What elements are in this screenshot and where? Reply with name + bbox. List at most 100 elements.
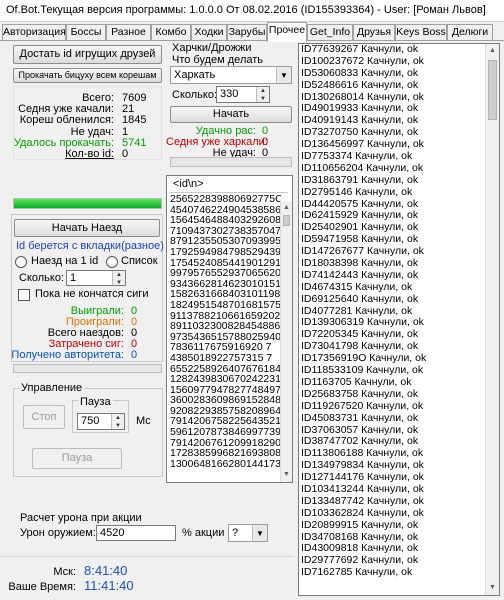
percent-select[interactable]: ? ▼ — [228, 524, 268, 542]
raid-one-id-radio[interactable] — [15, 256, 27, 268]
start-raid-button[interactable]: Начать Наезд — [14, 219, 160, 237]
tab-deals[interactable]: Делюги — [447, 24, 493, 41]
local-time-label: Ваше Время: — [8, 581, 76, 593]
log-line: ID45083731 Качнули, ok — [301, 411, 419, 424]
tab-combo[interactable]: Комбо — [151, 24, 191, 41]
log-line: ID69125640 Качнули, ok — [301, 292, 419, 305]
log-line: ID103362824 Качнули, ok — [301, 506, 424, 519]
id-list-item: 256522839880692775O — [170, 194, 281, 205]
log-line: ID100237672 Качнули, ok — [301, 54, 424, 67]
raid-authority-value: 0 — [131, 349, 138, 361]
id-list-item: 1300648166280144173 1 — [170, 457, 281, 470]
drinks-count-input[interactable]: 330 ▲ ▼ — [216, 86, 270, 103]
drinks-progress-bar — [170, 157, 292, 167]
pause-spinner[interactable]: ▲ ▼ — [111, 414, 124, 429]
raid-list-radio[interactable] — [106, 256, 118, 268]
log-line: ID133487742 Качнули, ok — [301, 494, 424, 507]
raid-count-value: 1 — [70, 272, 77, 284]
log-scrollbar[interactable]: ▲ ▼ — [485, 44, 499, 595]
raid-progress-bar — [13, 364, 162, 373]
pause-value: 750 — [81, 415, 100, 427]
log-line: ID7162785 Качнули, ok — [301, 566, 413, 579]
log-line: ID2795146 Качнули, ok — [301, 185, 413, 198]
id-list-scrollbar[interactable]: ▲ ▼ — [280, 201, 292, 482]
weapon-damage-label: Урон оружием: — [20, 527, 96, 539]
tab-other[interactable]: Прочее — [267, 22, 307, 42]
tab-fights[interactable]: Зарубы — [227, 24, 267, 41]
log-line: ID119267520 Качнули, ok — [301, 399, 424, 412]
friends-id-count-value: 0 — [122, 148, 129, 160]
log-scroll-thumb[interactable] — [488, 60, 497, 120]
drinks-what-label: Что будем делать — [172, 54, 264, 66]
log-line: ID4674315 Качнули, ok — [301, 280, 413, 293]
window-title: Of.Bot.Текущая версия программы: 1.0.0.0… — [0, 0, 504, 22]
log-line: ID110656204 Качнули, ok — [301, 161, 424, 174]
drinks-count-value: 330 — [220, 88, 239, 100]
id-list-item: 1824951548701681575 — [170, 298, 281, 311]
id-list-textarea[interactable]: <id\n> 256522839880692775O 45407462249045… — [166, 175, 293, 483]
tab-authorization[interactable]: Авторизация — [2, 24, 66, 41]
control-title: Управление — [19, 382, 85, 394]
drinks-action-select[interactable]: Харкать ▼ — [170, 66, 292, 84]
friends-progress-bar — [13, 198, 162, 209]
scroll-up-icon[interactable]: ▲ — [486, 44, 499, 58]
drinks-group-title: Харчки/Дрожжи — [172, 42, 252, 54]
raid-authority-label: Получено авторитета: — [11, 349, 124, 361]
id-list-divider — [169, 192, 288, 193]
id-list-item: 4385018922757315 7 — [170, 351, 273, 364]
until-out-of-cigs-checkbox[interactable] — [18, 289, 30, 301]
log-line: ID25683758 Качнули, ok — [301, 387, 419, 400]
id-list-item: 1792594984798529439 7 — [170, 245, 281, 258]
friends-id-count-label: Кол-во id: — [65, 148, 114, 160]
scroll-down-icon[interactable]: ▼ — [486, 581, 499, 595]
fetch-friends-button[interactable]: Достать id игрущих друзей — [13, 45, 162, 64]
pause-input[interactable]: 750 ▲ ▼ — [77, 413, 125, 430]
tab-keys-boss[interactable]: Keys Boss — [395, 24, 447, 41]
pause-unit: Мс — [136, 415, 151, 427]
id-list-scroll-thumb[interactable] — [283, 215, 290, 226]
drinks-action-value: Харкать — [174, 69, 216, 81]
raid-list-label: Список — [121, 255, 158, 267]
drinks-count-label: Сколько: — [172, 89, 218, 101]
weapon-damage-value: 4520 — [100, 527, 125, 539]
log-line: ID52486616 Качнули, ok — [301, 78, 419, 91]
log-lines: ID77639267 Качнули, ok ID100237672 Качнул… — [299, 44, 499, 579]
raid-id-note: Id берется с вкладки(разное) — [16, 240, 164, 252]
log-line: ID20899915 Качнули, ok — [301, 518, 419, 531]
tab-friends[interactable]: Друзья — [353, 24, 395, 41]
tab-walks[interactable]: Ходки — [191, 24, 227, 41]
scroll-down-icon[interactable]: ▼ — [281, 468, 292, 482]
raid-count-spinner[interactable]: ▲ ▼ — [112, 271, 125, 285]
local-time-value: 11:41:40 — [84, 578, 134, 593]
weapon-damage-input[interactable]: 4520 — [96, 525, 176, 541]
chevron-down-icon: ▼ — [252, 525, 267, 541]
damage-title: Расчет урона при акции — [20, 512, 142, 524]
id-list-lines: 256522839880692775O 4540746224904538586 15… — [167, 194, 281, 469]
drinks-count-spinner[interactable]: ▲ ▼ — [256, 87, 269, 102]
msk-time-value: 8:41:40 — [84, 563, 128, 578]
pause-button[interactable]: Пауза — [32, 448, 122, 469]
log-line: ID31863791 Качнули, ok — [301, 173, 419, 186]
raid-count-label: Сколько: — [19, 272, 65, 284]
chevron-down-icon: ▼ — [276, 67, 291, 83]
msk-time-label: Мск: — [53, 566, 76, 578]
log-line: ID53060833 Качнули, ok — [301, 66, 419, 79]
tab-bosses[interactable]: Боссы — [66, 24, 106, 41]
clock-divider — [0, 556, 294, 557]
raid-one-id-label: Наезд на 1 id — [31, 255, 99, 267]
percent-select-value: ? — [232, 527, 239, 539]
tab-get-info[interactable]: Get_Info — [307, 24, 353, 41]
friends-lazy-label: Кореш обленился: — [19, 114, 114, 126]
friends-lazy-value: 1845 — [122, 114, 147, 126]
percent-label: % акции — [182, 527, 225, 539]
drinks-start-button[interactable]: Начать — [170, 106, 292, 123]
tab-misc[interactable]: Разное — [106, 24, 151, 41]
log-textarea[interactable]: ID77639267 Качнули, ok ID100237672 Качнул… — [298, 43, 500, 596]
until-out-of-cigs-label: Пока не кончатся сиги — [35, 288, 149, 300]
id-list-header: <id\n> — [173, 178, 204, 190]
stop-button[interactable]: Стоп — [23, 405, 65, 429]
raid-count-input[interactable]: 1 ▲ ▼ — [66, 270, 126, 286]
scroll-up-icon[interactable]: ▲ — [281, 201, 292, 215]
pump-friends-button[interactable]: Прокачать бицуху всем корешам — [13, 68, 162, 83]
friends-progress-fill — [14, 199, 161, 208]
